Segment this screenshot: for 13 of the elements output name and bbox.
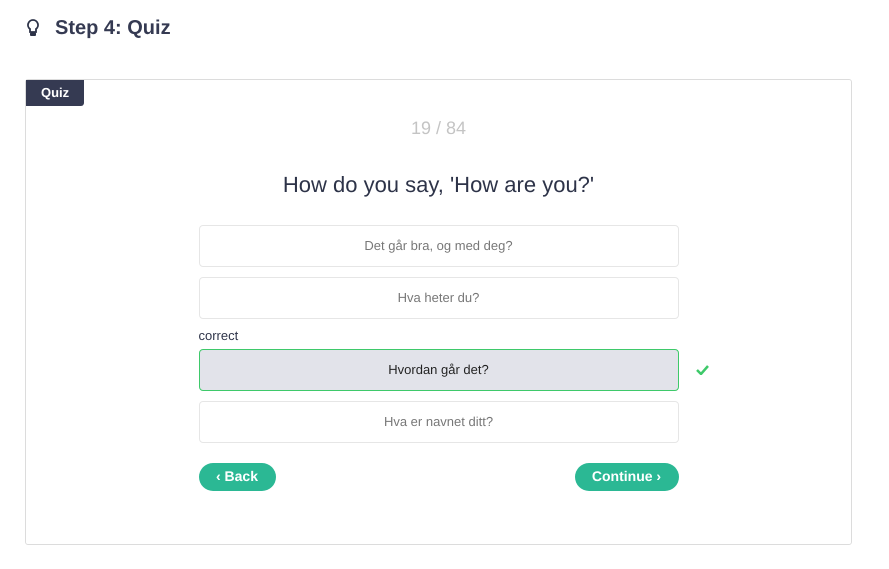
quiz-tag: Quiz — [26, 80, 84, 106]
question-counter: 19 / 84 — [410, 117, 466, 140]
question-text: How do you say, 'How are you?' — [282, 171, 594, 199]
answer-option[interactable]: Hvordan går det? — [198, 348, 678, 390]
continue-button[interactable]: Continue › — [574, 462, 678, 490]
answer-option[interactable]: Hva er navnet ditt? — [198, 400, 678, 442]
answer-option[interactable]: Det går bra, og med deg? — [198, 225, 678, 267]
checkmark-icon — [696, 364, 708, 374]
lightbulb-icon — [27, 19, 39, 37]
answer-option[interactable]: Hva heter du? — [198, 277, 678, 319]
back-button[interactable]: ‹ Back — [198, 462, 276, 490]
page-title: Step 4: Quiz — [55, 16, 171, 41]
feedback-label: correct — [198, 327, 240, 345]
